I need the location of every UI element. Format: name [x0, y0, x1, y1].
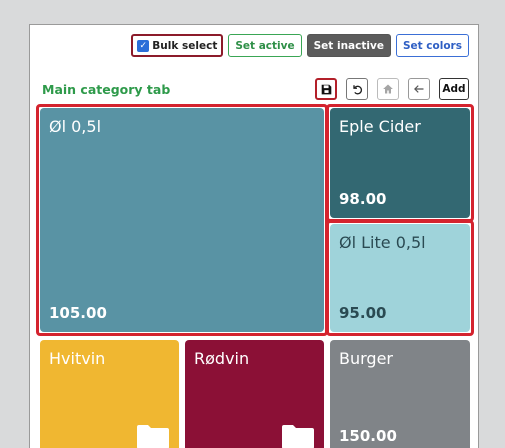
- tile-price: 98.00: [339, 190, 387, 208]
- folder-icon: [137, 425, 169, 448]
- tab-header: Main category tab Add: [42, 77, 469, 101]
- folder-tile-rodvin[interactable]: Rødvin: [185, 340, 324, 448]
- tile-name: Rødvin: [194, 349, 250, 368]
- tile-price: 105.00: [49, 304, 107, 322]
- tile-price: 150.00: [339, 427, 397, 445]
- tab-title: Main category tab: [42, 81, 171, 97]
- save-button[interactable]: [315, 78, 337, 100]
- bulk-toolbar: ✓ Bulk select Set active Set inactive Se…: [131, 34, 469, 57]
- bulk-select-label: Bulk select: [152, 39, 218, 52]
- folder-icon: [282, 425, 314, 448]
- undo-button[interactable]: [346, 78, 368, 100]
- tile-price: 95.00: [339, 304, 387, 322]
- tile-name: Burger: [339, 349, 393, 368]
- save-icon: [321, 84, 331, 94]
- category-panel: ✓ Bulk select Set active Set inactive Se…: [29, 24, 479, 448]
- tile-name: Øl Lite 0,5l: [339, 233, 426, 252]
- tab-actions: Add: [315, 78, 469, 100]
- add-button[interactable]: Add: [439, 78, 469, 100]
- checkbox-checked-icon[interactable]: ✓: [137, 39, 150, 52]
- product-tile-ol-lite[interactable]: Øl Lite 0,5l 95.00: [330, 224, 470, 332]
- folder-tile-hvitvin[interactable]: Hvitvin: [40, 340, 179, 448]
- set-colors-button[interactable]: Set colors: [395, 34, 469, 57]
- tile-name: Øl 0,5l: [49, 117, 102, 136]
- back-arrow-icon: [414, 85, 424, 93]
- back-button[interactable]: [408, 78, 430, 100]
- set-inactive-button[interactable]: Set inactive: [306, 34, 391, 57]
- undo-icon: [353, 85, 363, 95]
- tile-name: Eple Cider: [339, 117, 421, 136]
- home-icon: [383, 84, 393, 94]
- tile-name: Hvitvin: [49, 349, 106, 368]
- bulk-select-toggle[interactable]: ✓ Bulk select: [131, 34, 224, 57]
- product-tile-ol-05l[interactable]: Øl 0,5l 105.00: [40, 108, 324, 332]
- set-active-button[interactable]: Set active: [228, 34, 302, 57]
- product-tile-burger[interactable]: Burger 150.00: [330, 340, 470, 448]
- home-button[interactable]: [377, 78, 399, 100]
- product-tile-eple-cider[interactable]: Eple Cider 98.00: [330, 108, 470, 218]
